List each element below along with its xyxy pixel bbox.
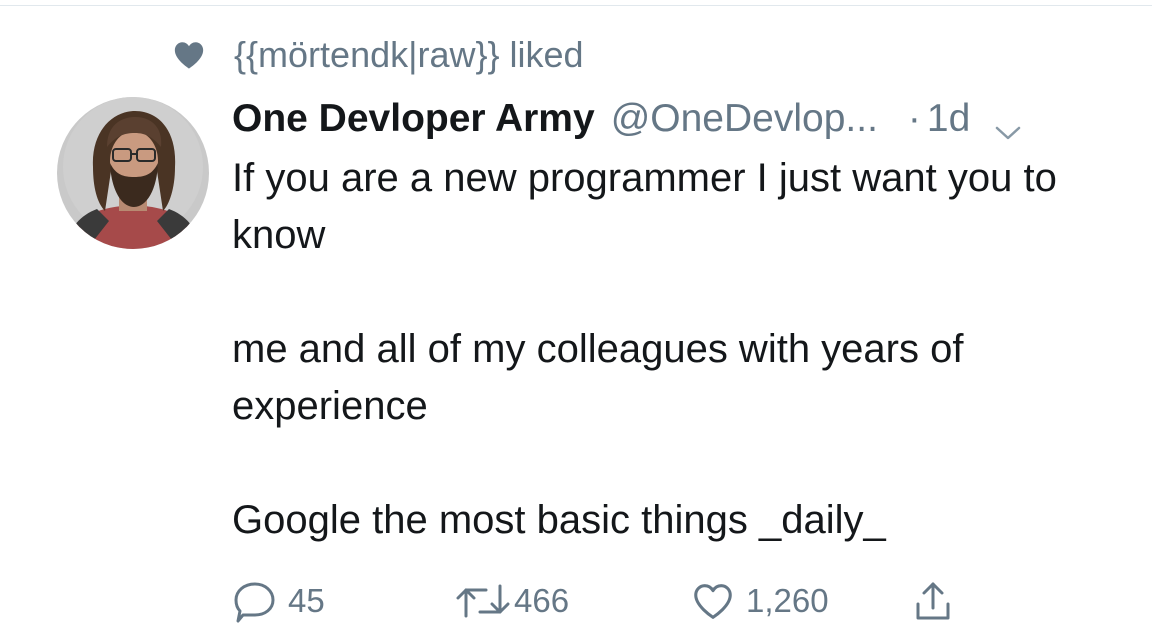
top-divider xyxy=(0,5,1152,6)
chevron-down-icon[interactable] xyxy=(994,109,1022,140)
tweet-text-line: me and all of my colleagues with years o… xyxy=(232,327,964,428)
retweet-icon xyxy=(454,578,512,624)
social-context[interactable]: {{mörtendk|raw}} liked xyxy=(172,30,584,80)
tweet-text-line: If you are a new programmer I just want … xyxy=(232,156,1057,257)
like-count: 1,260 xyxy=(746,582,829,619)
like-button[interactable]: 1,260 xyxy=(690,576,829,626)
avatar[interactable] xyxy=(57,97,209,249)
tweet-text-line: Google the most basic things _daily_ xyxy=(232,498,886,542)
heart-outline-icon xyxy=(690,578,736,624)
reply-bubble-icon xyxy=(232,578,278,624)
tweet-view: {{mörtendk|raw}} liked One Devloper Army… xyxy=(0,0,1152,640)
share-upload-icon xyxy=(910,578,956,624)
reply-button[interactable]: 45 xyxy=(232,576,325,626)
tweet-text: If you are a new programmer I just want … xyxy=(232,150,1112,549)
share-button[interactable] xyxy=(910,576,956,626)
tweet-header: One Devloper Army @OneDevlop... · 1d xyxy=(232,92,1022,146)
separator-dot: · xyxy=(907,97,921,140)
retweet-button[interactable]: 466 xyxy=(454,576,569,626)
heart-filled-icon xyxy=(172,38,206,72)
tweet-timestamp[interactable]: 1d xyxy=(927,97,970,141)
tweet-actions: 45 466 1,260 xyxy=(232,576,1132,626)
social-context-text: {{mörtendk|raw}} liked xyxy=(234,34,584,75)
author-name[interactable]: One Devloper Army xyxy=(232,97,595,141)
retweet-count: 466 xyxy=(514,582,570,619)
author-handle[interactable]: @OneDevlop... xyxy=(611,97,878,141)
user-avatar-photo xyxy=(57,97,209,249)
reply-count: 45 xyxy=(288,582,325,619)
